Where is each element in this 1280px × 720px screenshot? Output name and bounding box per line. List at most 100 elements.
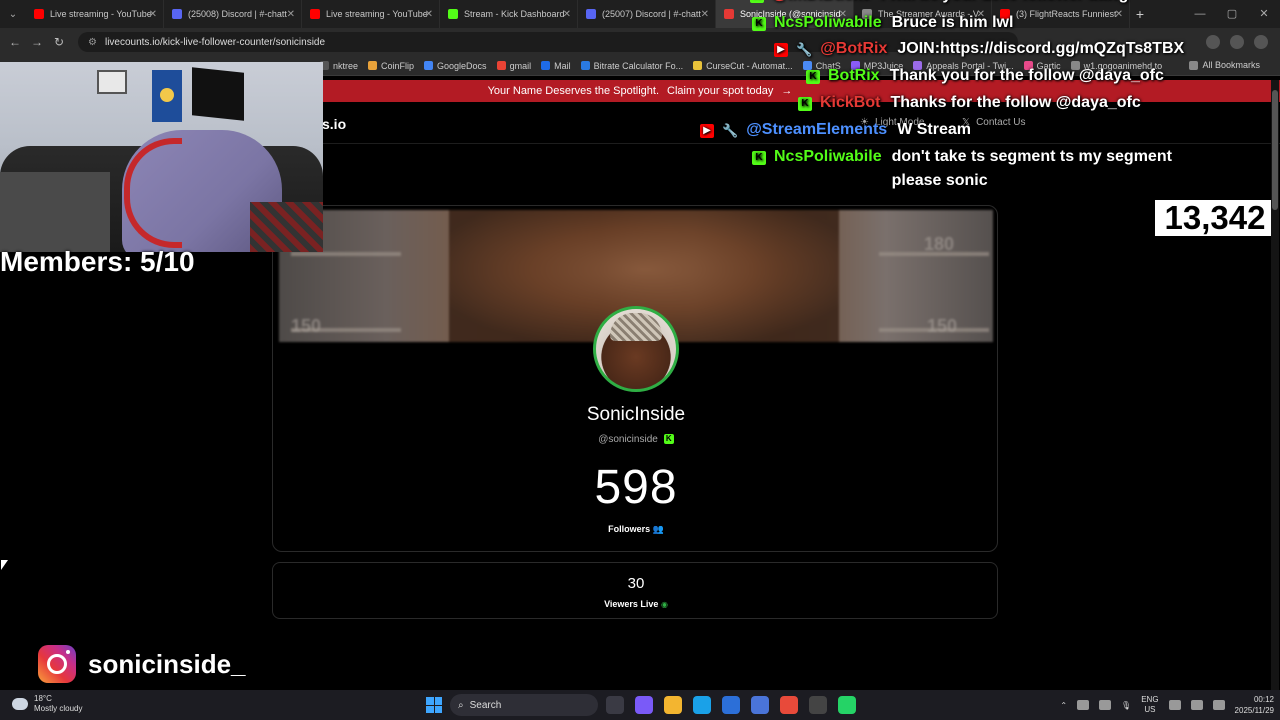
profile-avatar: [593, 306, 679, 392]
edge-icon[interactable]: [693, 696, 711, 714]
clock[interactable]: 00:12 2025/11/29: [1235, 694, 1274, 716]
browser-tab[interactable]: Stream - Kick Dashboard ✕: [440, 0, 578, 28]
browser-tab[interactable]: Live streaming - YouTube ✕: [302, 0, 440, 28]
chat-message: K NcsPoliwabile don't take ts segment ts m…: [752, 148, 1172, 190]
cloud-icon: [12, 698, 28, 710]
taskbar-search[interactable]: ⌕ Search: [450, 694, 598, 716]
ruler-label: 150: [927, 316, 958, 336]
instagram-handle: sonicinside_: [88, 648, 246, 679]
chat-text-line: JOIN:https://discord.gg/mQZqTs8TBX: [897, 40, 1185, 57]
store-icon[interactable]: [722, 696, 740, 714]
forward-icon[interactable]: →: [26, 35, 48, 49]
chat-text-line: W Stream: [897, 121, 971, 138]
tab-favicon-icon: [586, 9, 596, 19]
weather-text: 18°C Mostly cloudy: [34, 694, 82, 714]
chrome-icon[interactable]: [780, 696, 798, 714]
bookmark-item[interactable]: gmail: [496, 61, 531, 71]
start-button[interactable]: [426, 697, 442, 713]
chat-message: ▶ 🔧 @StreamElements W Stream: [700, 121, 971, 139]
wifi-icon[interactable]: [1168, 700, 1181, 710]
chat-text: Thank you for the follow @daya_ofc: [890, 67, 1164, 85]
temperature: 18°C: [34, 694, 52, 703]
chat-text: Bruce is him lwl: [892, 14, 1014, 32]
bookmark-favicon-icon: [496, 61, 506, 70]
date: 2025/11/29: [1234, 706, 1274, 715]
members-counter: Members: 5/10: [0, 246, 195, 277]
whatsapp-icon[interactable]: [838, 696, 856, 714]
language-indicator[interactable]: ENG US: [1141, 695, 1158, 715]
tray-overflow-icon[interactable]: ⌃: [1060, 701, 1067, 710]
chat-username: @lmDiBucke: [772, 0, 870, 4]
url-text: livecounts.io/kick-live-follower-counter…: [104, 36, 326, 48]
page-scrollbar[interactable]: [1271, 80, 1279, 690]
back-icon[interactable]: ←: [4, 35, 26, 49]
windows-taskbar: 18°C Mostly cloudy ⌕ Search ⌃ 🎙 ENG US 0…: [0, 690, 1280, 720]
ruler-label: 180: [924, 234, 955, 254]
moderator-wrench-icon: 🔧: [796, 42, 813, 57]
chat-message: K KickBot Thanks for the follow @daya_ofc: [798, 94, 1141, 112]
outlook-icon[interactable]: [751, 696, 769, 714]
bookmark-item[interactable]: CoinFlip: [368, 61, 414, 71]
bookmark-favicon-icon: [580, 61, 590, 70]
viewers-label-row: Viewers Live ◉: [273, 599, 999, 609]
weather-widget[interactable]: 18°C Mostly cloudy: [12, 694, 82, 714]
microphone-icon[interactable]: 🎙: [1121, 701, 1131, 710]
close-tab-icon[interactable]: ✕: [149, 9, 157, 20]
chat-text-line: Thanks for the follow @daya_ofc: [890, 94, 1141, 111]
handle-text: @sonicinside: [598, 434, 658, 445]
instagram-overlay: sonicinside_: [38, 645, 246, 683]
eye-icon: ◉: [660, 600, 668, 609]
goal-counter: 13,342: [1155, 200, 1275, 236]
file-explorer-icon[interactable]: [664, 696, 682, 714]
task-view-icon[interactable]: [606, 696, 624, 714]
cloud-sync-icon[interactable]: [1099, 700, 1112, 710]
flag-emblem: [160, 88, 174, 102]
chat-message: K NcsPoliwabile Bruce is him lwl: [752, 14, 1013, 32]
close-tab-icon[interactable]: ✕: [287, 9, 295, 20]
bookmark-item[interactable]: Bitrate Calculator Fo...: [580, 61, 683, 71]
chat-message: K @lmDiBucke I will be your 1000 follower …: [750, 0, 1128, 4]
site-logo[interactable]: s.io: [322, 116, 346, 132]
chat-overlay: K @lmDiBucke I will be your 1000 follower …: [690, 0, 1280, 200]
kick-badge-icon: K: [752, 17, 766, 31]
site-info-icon[interactable]: ⚙: [88, 37, 97, 48]
obs-icon[interactable]: [809, 696, 827, 714]
scrollbar-thumb[interactable]: [1272, 90, 1278, 210]
chat-username: NcsPoliwabile: [774, 148, 882, 165]
system-tray: ⌃ 🎙 ENG US 00:12 2025/11/29: [1060, 694, 1274, 716]
plaid-shirt: [250, 202, 323, 252]
tab-label: (25007) Discord | #-chatt: [602, 9, 701, 19]
display-name: SonicInside: [586, 404, 686, 425]
users-icon: 👥: [652, 524, 664, 534]
bookmark-item[interactable]: Mail: [541, 61, 571, 71]
chat-text-line: Bruce is him lwl: [891, 14, 1014, 31]
bookmark-label: nktree: [333, 60, 359, 71]
kick-badge-icon: K: [750, 0, 764, 3]
close-tab-icon[interactable]: ✕: [425, 9, 433, 20]
mouse-cursor: [1, 560, 8, 570]
copilot-icon[interactable]: [635, 696, 653, 714]
close-tab-icon[interactable]: ✕: [563, 9, 571, 20]
youtube-badge-icon: ▶: [774, 43, 788, 57]
bookmark-item[interactable]: nktree: [320, 61, 358, 71]
wall-flag: [152, 70, 182, 122]
bookmark-item[interactable]: GoogleDocs: [424, 61, 487, 71]
kick-badge-icon: K: [806, 70, 820, 84]
chat-text-line: please sonic: [891, 172, 988, 189]
reload-icon[interactable]: ↻: [48, 35, 70, 49]
battery-icon[interactable]: [1212, 700, 1225, 710]
bookmark-favicon-icon: [541, 61, 551, 70]
chat-username: KickBot: [820, 94, 881, 111]
network-icon[interactable]: [1077, 700, 1090, 710]
pinned-apps: [606, 696, 856, 714]
browser-tab[interactable]: (25008) Discord | #-chatt ✕: [164, 0, 302, 28]
chat-text: I will be your 1000 follower dawg: [880, 0, 1128, 4]
couch: [0, 172, 110, 252]
tab-search-icon[interactable]: ⌄: [0, 9, 26, 20]
ruler-line: [291, 252, 401, 256]
youtube-badge-icon: ▶: [700, 124, 714, 138]
browser-tab[interactable]: Live streaming - YouTube ✕: [26, 0, 164, 28]
chat-text: Thanks for the follow @daya_ofc: [890, 94, 1140, 112]
kick-logo-icon: K: [663, 434, 674, 445]
volume-icon[interactable]: [1190, 700, 1203, 710]
